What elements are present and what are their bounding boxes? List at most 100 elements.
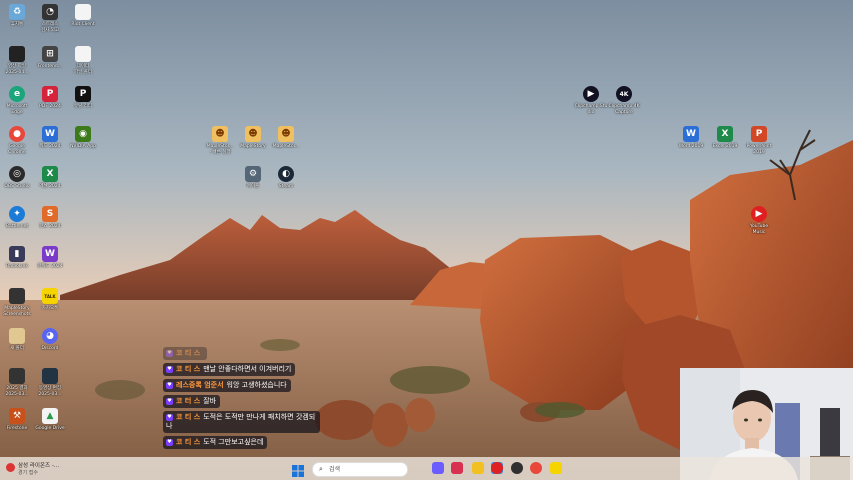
- desktop-icon-label: Clipchamp 4K Capture: [608, 104, 640, 115]
- desktop-icon-hanshow[interactable]: S 한쇼 2024: [33, 206, 67, 230]
- heart-icon: ♥: [166, 349, 173, 357]
- chat-nickname: 코 티 스: [176, 365, 201, 373]
- desktop-icon-youtube-music[interactable]: ▶ YouTube Music: [742, 206, 776, 235]
- start-button[interactable]: [292, 462, 304, 477]
- word-icon: W: [42, 126, 58, 142]
- radio-icon: ▮: [9, 246, 25, 262]
- baseball-icon: [6, 463, 15, 472]
- excel-icon: X: [717, 126, 733, 142]
- kakaotalk-icon[interactable]: [550, 462, 562, 474]
- desktop-icon-powerpoint-2019[interactable]: P PowerPoint 2019: [742, 126, 776, 155]
- windows-logo-icon: [292, 465, 304, 477]
- copilot-icon[interactable]: [432, 462, 444, 474]
- desktop-icon-label: 휴지통: [10, 22, 24, 27]
- desktop-icon-label: Riot Client: [71, 22, 95, 27]
- notification-subtitle: 경기 접수: [18, 470, 38, 476]
- desktop-icon-steam[interactable]: ◐ Steam: [269, 166, 303, 190]
- excel-icon: X: [42, 166, 58, 182]
- desktop-icon-label: MapleStor...: [272, 144, 300, 149]
- desktop-icon-label: Battle.net: [5, 224, 29, 229]
- desktop-icon-google-drive[interactable]: ▲ Google Drive: [33, 408, 67, 432]
- desktop-icon-recycle-bin[interactable]: ♻ 휴지통: [0, 4, 34, 28]
- chat-message: ♥ 코 티 스 도적은 도적만 만나게 패치하면 갓겜되나: [163, 411, 320, 433]
- desktop-icon-label: MapleStor... - 빠른 실행: [206, 144, 234, 155]
- desktop-icon-new-folder[interactable]: 새 폴더: [0, 328, 34, 352]
- desktop-icon-data-folder[interactable]: 데이터 파일 폴더: [66, 46, 100, 75]
- desktop-icon-chrome[interactable]: ● Google Chrome: [0, 126, 34, 155]
- desktop-icon-label: MapleStory Screenshots: [3, 306, 31, 317]
- folder-icon: [9, 288, 25, 304]
- video-file-icon: [9, 368, 25, 384]
- desktop-icon-4k-capture[interactable]: 4K Clipchamp 4K Capture: [607, 86, 641, 115]
- taskbar-search[interactable]: ⌕ 검색: [312, 462, 408, 477]
- desktop-icon-label: 스트레스 검사 외고: [41, 22, 59, 33]
- desktop-icon-label: OBS Studio: [4, 184, 30, 189]
- app-window-icon: ⊞: [42, 46, 58, 62]
- desktop-icon-stress-test[interactable]: ◔ 스트레스 검사 외고: [33, 4, 67, 33]
- desktop-icon-maplestory-2[interactable]: ☻ MapleStor...: [269, 126, 303, 150]
- desktop-icon-maplestory-screenshots[interactable]: MapleStory Screenshots: [0, 288, 34, 317]
- desktop-icon-riot-client[interactable]: Riot Client: [66, 4, 100, 28]
- chat-text: 도적 그만보고싶은데: [203, 438, 264, 446]
- desktop-icon-label: RadioLink: [6, 264, 28, 269]
- recycle-bin-icon: ♻: [9, 4, 25, 20]
- app-red-icon[interactable]: [451, 462, 463, 474]
- desktop-icon-label: 유틸 리티: [74, 104, 92, 109]
- chat-text: 잘바: [203, 397, 217, 405]
- heart-icon: ♥: [166, 365, 173, 373]
- desktop-icon-label: Discord: [41, 346, 59, 351]
- desktop-icon-label: NVIDIA App: [70, 144, 96, 149]
- desktop-icon-2025-results[interactable]: 2025 결과 2025-03...: [0, 368, 34, 397]
- desktop-icon-video-edit[interactable]: 동영상 편집 2025-03...: [33, 368, 67, 397]
- file-explorer-icon[interactable]: [472, 462, 484, 474]
- desktop-icon-label: 한워드 2024: [37, 264, 63, 269]
- video-file-icon: [42, 368, 58, 384]
- desktop-icon-label: 워드 2024: [39, 144, 61, 149]
- desktop-icon-nvidia[interactable]: ◉ NVIDIA App: [66, 126, 100, 150]
- desktop-icon-clipchamp-studio[interactable]: ▶ Clipchamp Studio: [574, 86, 608, 115]
- youtube-music-icon[interactable]: [491, 462, 503, 474]
- desktop-icon-excel-2019[interactable]: X Excel 2019: [708, 126, 742, 150]
- desktop-icon-label: PDF 2024: [39, 104, 61, 109]
- chrome-icon[interactable]: [530, 462, 542, 474]
- chat-text: 워앙 고생하셨습니다: [226, 381, 287, 389]
- chat-nickname: 코 티 스: [176, 438, 201, 446]
- obs-icon: ◎: [9, 166, 25, 182]
- desktop-icon-label: 동영상 편집 2025-03...: [38, 386, 62, 397]
- firestone-icon: ⚒: [9, 408, 25, 424]
- notification-widget[interactable]: 삼성 라이온즈 -... 경기 접수: [6, 460, 86, 477]
- desktop-icon-excel-2024[interactable]: X 엑셀 2024: [33, 166, 67, 190]
- desktop-icon-label: Clipchamp Studio: [574, 104, 608, 115]
- powerpoint-icon: P: [751, 126, 767, 142]
- desktop-icon-word-2024[interactable]: W 워드 2024: [33, 126, 67, 150]
- desktop-icon-label: Microsoft Edge: [6, 104, 28, 115]
- desktop-icon-word-2019[interactable]: W Word 2019: [674, 126, 708, 150]
- desktop-icon-label: 엑셀 2024: [39, 184, 61, 189]
- desktop-icon-edge[interactable]: e Microsoft Edge: [0, 86, 34, 115]
- desktop-icon-label: 2025 결과 2025-03...: [5, 386, 29, 397]
- chat-message: ♥ 코 티 스: [163, 347, 208, 360]
- desktop-icon-label: 새 폴더: [10, 346, 24, 351]
- desktop-icon-kakaotalk[interactable]: TALK 카카오톡: [33, 288, 67, 312]
- desktop-icon-battlenet[interactable]: ✦ Battle.net: [0, 206, 34, 230]
- desktop-icon-obs[interactable]: ◎ OBS Studio: [0, 166, 34, 190]
- desktop-icon-utility[interactable]: P 유틸 리티: [66, 86, 100, 110]
- heart-icon: ♥: [166, 413, 173, 421]
- google-drive-icon: ▲: [42, 408, 58, 424]
- desktop-icon-maplestory[interactable]: ☻ MapleStory: [236, 126, 270, 150]
- chat-text: 맨날 안좋다하면서 이겨버리기: [203, 365, 292, 373]
- desktop-icon-label: MapleStory: [240, 144, 266, 149]
- obs-icon[interactable]: [511, 462, 523, 474]
- desktop-icon-maplestory-quick[interactable]: ☻ MapleStor... - 빠른 실행: [203, 126, 237, 155]
- desktop-icon-radiolink[interactable]: ▮ RadioLink: [0, 246, 34, 270]
- desktop-icon-hanword[interactable]: W 한워드 2024: [33, 246, 67, 270]
- desktop-icon-maple-settings[interactable]: ⚙ 메이플: [236, 166, 270, 190]
- desktop-icon-firestone[interactable]: ⚒ Firestone: [0, 408, 34, 432]
- kakaotalk-icon: TALK: [42, 288, 58, 304]
- 4k-icon: 4K: [616, 86, 632, 102]
- desktop-icon-discord[interactable]: ◕ Discord: [33, 328, 67, 352]
- desktop-icon-frontend[interactable]: ⊞ Frontend...: [33, 46, 67, 70]
- desktop-icon-video-file[interactable]: 영상 파일 2025-04...: [0, 46, 34, 75]
- youtube-music-icon: ▶: [751, 206, 767, 222]
- desktop-icon-pdf[interactable]: P PDF 2024: [33, 86, 67, 110]
